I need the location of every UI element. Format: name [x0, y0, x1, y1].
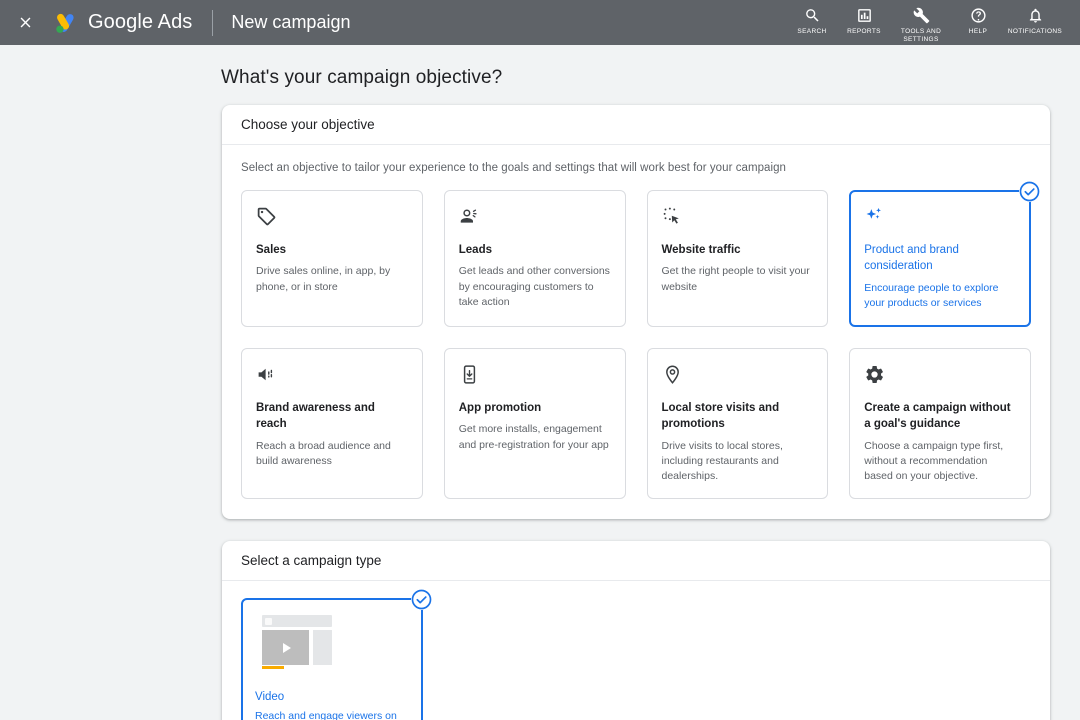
search-icon	[804, 5, 821, 26]
google-ads-logo-icon	[56, 13, 74, 33]
thumbnail-top-bar	[262, 615, 332, 628]
objective-card-title: Website traffic	[661, 244, 741, 256]
select-campaign-type-panel-title: Select a campaign type	[222, 541, 1050, 582]
reports-bar-chart-icon	[856, 5, 873, 26]
campaign-type-card-grid: Video Reach and engage viewers on YouTub…	[241, 589, 1031, 720]
location-pin-icon	[662, 364, 814, 388]
header-action-label: SEARCH	[797, 28, 827, 36]
objective-card-desc: Drive sales online, in app, by phone, or…	[256, 265, 391, 293]
objective-card-no-goal-guidance[interactable]: Create a campaign without a goal's guida…	[849, 348, 1031, 500]
choose-objective-subtitle: Select an objective to tailor your exper…	[241, 162, 786, 174]
header-divider	[212, 9, 214, 36]
choose-objective-panel-body: Select an objective to tailor your exper…	[222, 145, 1050, 519]
speaker-megaphone-icon	[256, 364, 408, 388]
choose-objective-panel: Choose your objective Select an objectiv…	[222, 105, 1050, 520]
choose-objective-panel-title: Choose your objective	[222, 105, 1050, 145]
sparkle-stars-icon	[864, 206, 1016, 230]
cursor-click-icon	[662, 206, 814, 230]
page-content: What's your campaign objective? Choose y…	[0, 45, 1080, 720]
header-page-label: New campaign	[231, 12, 351, 32]
header-action-label: REPORTS	[847, 28, 881, 36]
select-campaign-type-panel: Select a campaign type Video Reach and e…	[222, 541, 1050, 720]
objective-card-title: Create a campaign without a goal's guida…	[864, 402, 1011, 431]
objective-card-desc: Get leads and other conversions by encou…	[458, 265, 610, 308]
header-action-label: HELP	[968, 28, 988, 36]
campaign-type-card-video[interactable]: Video Reach and engage viewers on YouTub…	[241, 589, 432, 720]
thumbnail-progress-bar	[262, 666, 284, 670]
objective-card-sales[interactable]: Sales Drive sales online, in app, by pho…	[241, 190, 423, 327]
brand-home-link[interactable]: Google Ads	[52, 10, 192, 36]
close-button[interactable]	[12, 10, 38, 36]
objective-card-title: Local store visits and promotions	[661, 402, 780, 431]
objective-card-desc: Drive visits to local stores, including …	[661, 439, 783, 483]
check-circle-icon	[1019, 181, 1040, 202]
brand-name-label: Google Ads	[88, 11, 193, 33]
objective-card-product-and-brand-consideration[interactable]: Product and brand consideration Encourag…	[849, 181, 1040, 327]
close-icon	[20, 17, 30, 28]
people-leads-icon	[459, 206, 611, 230]
header-action-notifications[interactable]: NOTIFICATIONS	[1004, 5, 1066, 35]
help-question-circle-icon	[970, 5, 987, 26]
objective-card-website-traffic[interactable]: Website traffic Get the right people to …	[646, 190, 829, 327]
wrench-tools-icon	[913, 5, 930, 26]
header-actions: SEARCH REPORTS TOOLS AND SETTINGS HELP N…	[786, 2, 1066, 43]
objective-card-desc: Choose a campaign type first, without a …	[864, 439, 1004, 483]
tag-icon	[256, 206, 408, 230]
header-action-label: TOOLS AND SETTINGS	[900, 28, 942, 43]
header-action-help[interactable]: HELP	[952, 5, 1004, 35]
objective-card-desc: Get more installs, engagement and pre-re…	[458, 423, 609, 451]
objective-card-title: App promotion	[458, 402, 542, 414]
check-circle-icon	[411, 589, 432, 610]
mobile-download-icon	[459, 364, 611, 388]
bell-notifications-icon	[1027, 5, 1044, 26]
video-player-thumbnail-icon	[255, 612, 339, 679]
selected-check-badge	[1019, 181, 1040, 202]
campaign-type-card-title: Video	[255, 691, 285, 704]
objective-card-title: Sales	[256, 244, 287, 256]
objective-card-desc: Get the right people to visit your websi…	[661, 265, 810, 293]
objective-card-title: Brand awareness and reach	[256, 402, 375, 431]
thumbnail-video-area	[262, 630, 309, 666]
page-title: What's your campaign objective?	[221, 67, 503, 88]
objective-card-desc: Reach a broad audience and build awarene…	[256, 439, 391, 467]
play-triangle-icon	[282, 642, 291, 653]
thumbnail-side-panel	[313, 630, 332, 666]
header-action-label: NOTIFICATIONS	[1007, 28, 1063, 36]
selected-check-badge	[410, 589, 432, 611]
objective-card-app-promotion[interactable]: App promotion Get more installs, engagem…	[443, 348, 626, 500]
app-header-bar: Google Ads New campaign SEARCH REPORTS T…	[0, 0, 1080, 45]
objective-card-brand-awareness-and-reach[interactable]: Brand awareness and reach Reach a broad …	[241, 348, 423, 500]
campaign-type-card-desc: Reach and engage viewers on YouTube and …	[255, 710, 397, 720]
objective-card-title: Product and brand consideration	[864, 244, 959, 273]
select-campaign-type-panel-body: Video Reach and engage viewers on YouTub…	[222, 581, 1050, 720]
objective-card-title: Leads	[458, 244, 492, 256]
header-action-tools-and-settings[interactable]: TOOLS AND SETTINGS	[890, 5, 952, 43]
gear-settings-icon	[864, 364, 1016, 388]
objective-card-grid: Sales Drive sales online, in app, by pho…	[241, 181, 1040, 500]
objective-card-local-store-visits-and-promotions[interactable]: Local store visits and promotions Drive …	[646, 348, 829, 500]
header-action-search[interactable]: SEARCH	[786, 5, 838, 35]
objective-card-leads[interactable]: Leads Get leads and other conversions by…	[443, 190, 626, 327]
objective-card-desc: Encourage people to explore your product…	[864, 281, 999, 309]
header-action-reports[interactable]: REPORTS	[838, 5, 890, 35]
